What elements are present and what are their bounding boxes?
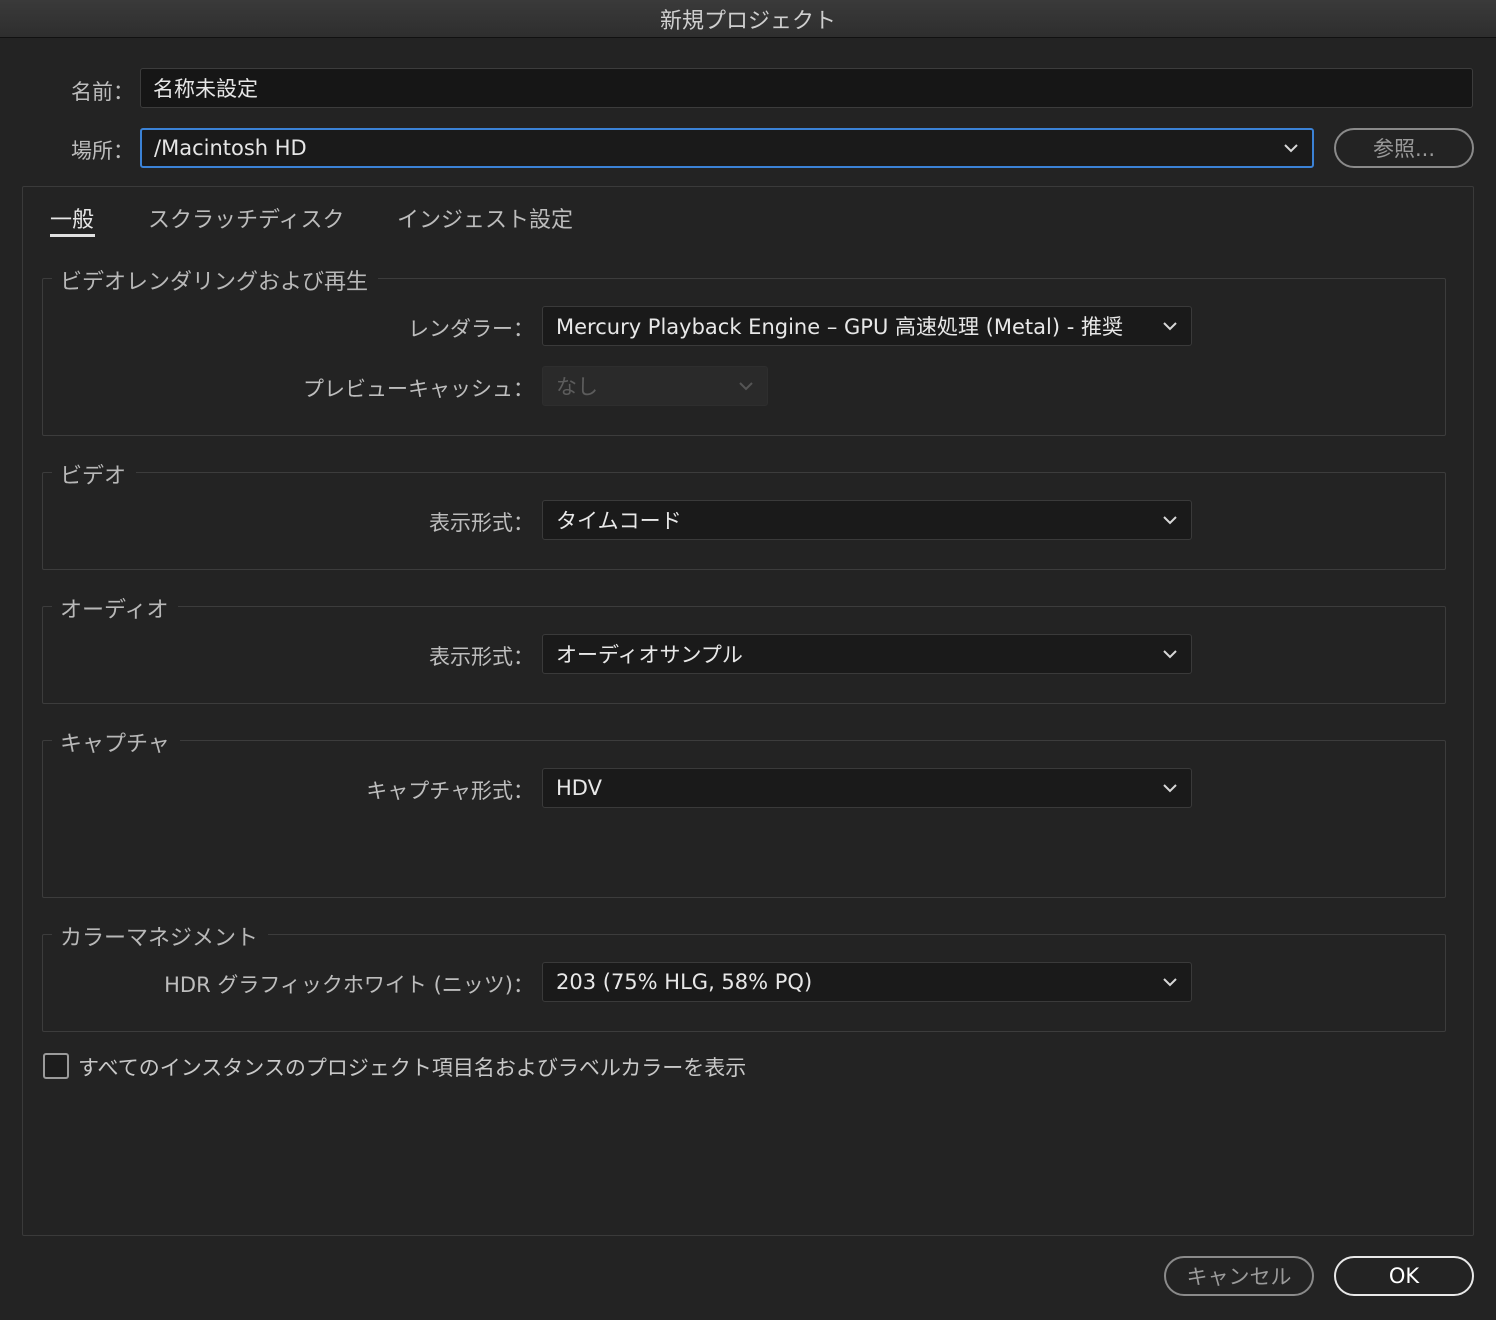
chevron-down-icon bbox=[1163, 649, 1177, 659]
video-display-format-label: 表示形式： bbox=[429, 511, 534, 535]
audio-display-format-dropdown[interactable]: オーディオサンプル bbox=[542, 634, 1192, 674]
browse-button-label: 参照... bbox=[1372, 137, 1436, 161]
rendering-group bbox=[42, 278, 1446, 436]
location-label: 場所： bbox=[71, 139, 134, 163]
tab-ingest-settings[interactable]: インジェスト設定 bbox=[397, 202, 573, 234]
cancel-button[interactable]: キャンセル bbox=[1164, 1256, 1314, 1296]
capture-legend: キャプチャ bbox=[52, 726, 180, 758]
show-project-item-names-checkbox[interactable] bbox=[43, 1053, 69, 1079]
capture-group bbox=[42, 740, 1446, 898]
chevron-down-icon bbox=[1163, 783, 1177, 793]
chevron-down-icon bbox=[1163, 321, 1177, 331]
hdr-graphics-white-dropdown[interactable]: 203 (75% HLG, 58% PQ) bbox=[542, 962, 1192, 1002]
ok-button-label: OK bbox=[1388, 1264, 1420, 1288]
hdr-graphics-white-label: HDR グラフィックホワイト (ニッツ)： bbox=[164, 973, 534, 997]
rendering-legend: ビデオレンダリングおよび再生 bbox=[52, 264, 379, 296]
location-value: /Macintosh HD bbox=[154, 136, 307, 160]
video-legend: ビデオ bbox=[52, 458, 137, 490]
capture-format-value: HDV bbox=[556, 776, 602, 800]
name-label: 名前： bbox=[71, 80, 134, 104]
capture-format-dropdown[interactable]: HDV bbox=[542, 768, 1192, 808]
renderer-label: レンダラー： bbox=[408, 317, 534, 341]
hdr-graphics-white-value: 203 (75% HLG, 58% PQ) bbox=[556, 970, 813, 994]
window-titlebar: 新規プロジェクト bbox=[0, 0, 1496, 38]
renderer-dropdown[interactable]: Mercury Playback Engine – GPU 高速処理 (Meta… bbox=[542, 306, 1192, 346]
show-project-item-names-label[interactable]: すべてのインスタンスのプロジェクト項目名およびラベルカラーを表示 bbox=[78, 1052, 746, 1082]
audio-legend: オーディオ bbox=[52, 592, 179, 624]
audio-display-format-value: オーディオサンプル bbox=[556, 643, 743, 667]
tab-scratch-disks[interactable]: スクラッチディスク bbox=[148, 202, 344, 234]
window-title: 新規プロジェクト bbox=[659, 8, 836, 34]
chevron-down-icon bbox=[1284, 143, 1298, 153]
audio-display-format-label: 表示形式： bbox=[429, 645, 534, 669]
tab-general[interactable]: 一般 bbox=[50, 202, 94, 234]
preview-cache-dropdown: なし bbox=[542, 366, 768, 406]
project-name-input[interactable]: 名称未設定 bbox=[140, 68, 1473, 108]
color-management-legend: カラーマネジメント bbox=[52, 920, 269, 952]
video-display-format-value: タイムコード bbox=[556, 509, 682, 533]
renderer-value: Mercury Playback Engine – GPU 高速処理 (Meta… bbox=[556, 315, 1123, 339]
project-name-value: 名称未設定 bbox=[153, 77, 258, 101]
preview-cache-value: なし bbox=[556, 375, 598, 399]
video-display-format-dropdown[interactable]: タイムコード bbox=[542, 500, 1192, 540]
browse-button[interactable]: 参照... bbox=[1334, 128, 1474, 168]
capture-format-label: キャプチャ形式： bbox=[366, 779, 534, 803]
chevron-down-icon bbox=[1163, 977, 1177, 987]
ok-button[interactable]: OK bbox=[1334, 1256, 1474, 1296]
preview-cache-label: プレビューキャッシュ： bbox=[303, 377, 534, 401]
location-dropdown[interactable]: /Macintosh HD bbox=[140, 128, 1314, 168]
tab-active-indicator bbox=[50, 234, 95, 237]
chevron-down-icon bbox=[739, 381, 753, 391]
cancel-button-label: キャンセル bbox=[1186, 1265, 1292, 1289]
chevron-down-icon bbox=[1163, 515, 1177, 525]
